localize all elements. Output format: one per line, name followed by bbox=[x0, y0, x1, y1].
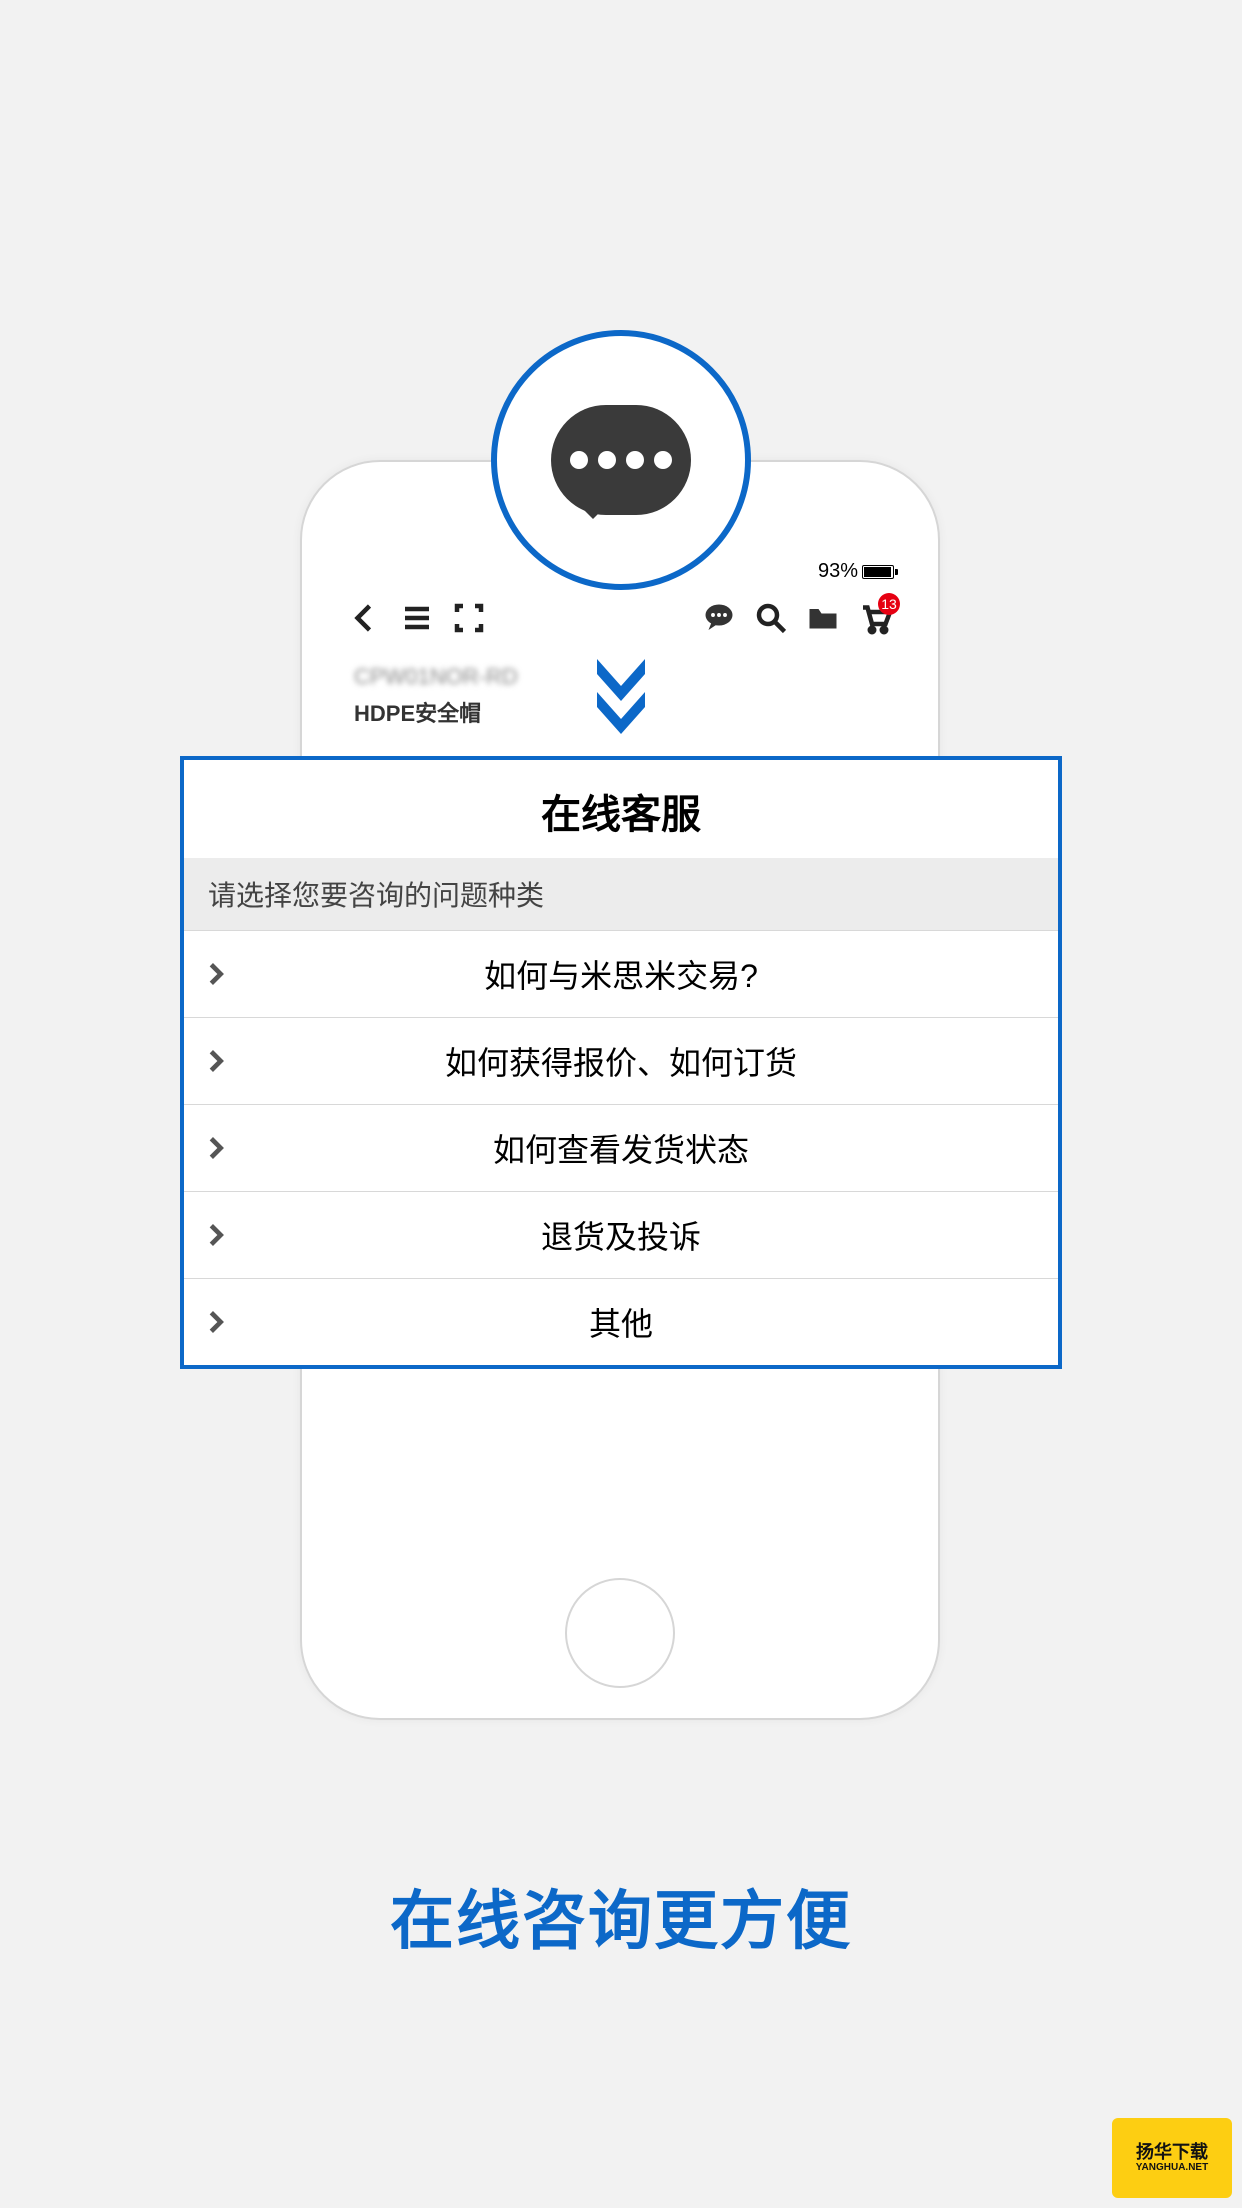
scan-button[interactable] bbox=[446, 595, 492, 641]
folder-icon bbox=[805, 600, 841, 636]
watermark-line1: 扬华下载 bbox=[1136, 2143, 1208, 2163]
chevron-right-icon bbox=[202, 1047, 230, 1075]
menu-item-transaction[interactable]: 如何与米思米交易? bbox=[184, 930, 1058, 1017]
chevron-right-icon bbox=[202, 1308, 230, 1336]
chat-callout bbox=[491, 330, 751, 590]
status-battery: 93% bbox=[818, 560, 894, 583]
battery-icon bbox=[862, 565, 894, 579]
watermark: 扬华下载 YANGHUA.NET bbox=[1112, 2118, 1232, 2198]
chevron-right-icon bbox=[202, 1134, 230, 1162]
chevron-right-icon bbox=[202, 960, 230, 988]
menu-item-label: 如何查看发货状态 bbox=[230, 1125, 1040, 1171]
menu-item-label: 其他 bbox=[230, 1299, 1040, 1345]
panel-hint: 请选择您要咨询的问题种类 bbox=[184, 858, 1058, 930]
battery-percent: 93% bbox=[818, 560, 858, 583]
cart-badge: 13 bbox=[878, 593, 900, 615]
scan-icon bbox=[451, 600, 487, 636]
menu-item-label: 如何与米思米交易? bbox=[230, 951, 1040, 997]
toolbar: 13 bbox=[334, 588, 906, 648]
menu-item-other[interactable]: 其他 bbox=[184, 1278, 1058, 1365]
callout-arrow bbox=[591, 650, 651, 745]
panel-title: 在线客服 bbox=[184, 760, 1058, 858]
menu-button[interactable] bbox=[394, 595, 440, 641]
chat-bubble-icon bbox=[551, 405, 691, 515]
menu-item-quote-order[interactable]: 如何获得报价、如何订货 bbox=[184, 1017, 1058, 1104]
menu-item-label: 如何获得报价、如何订货 bbox=[230, 1038, 1040, 1084]
product-sku: CPW01NOR-RD bbox=[354, 664, 518, 690]
phone-home-button bbox=[565, 1578, 675, 1688]
watermark-line2: YANGHUA.NET bbox=[1136, 2162, 1208, 2173]
cart-button[interactable]: 13 bbox=[852, 595, 898, 641]
menu-item-shipping-status[interactable]: 如何查看发货状态 bbox=[184, 1104, 1058, 1191]
search-icon bbox=[753, 600, 789, 636]
hamburger-icon bbox=[399, 600, 435, 636]
customer-service-panel: 在线客服 请选择您要咨询的问题种类 如何与米思米交易? 如何获得报价、如何订货 … bbox=[180, 756, 1062, 1369]
menu-item-label: 退货及投诉 bbox=[230, 1212, 1040, 1258]
chevron-right-icon bbox=[202, 1221, 230, 1249]
folder-button[interactable] bbox=[800, 595, 846, 641]
search-button[interactable] bbox=[748, 595, 794, 641]
chevron-left-icon bbox=[347, 600, 383, 636]
chat-button[interactable] bbox=[696, 595, 742, 641]
double-chevron-down-icon bbox=[591, 650, 651, 740]
chat-icon bbox=[701, 600, 737, 636]
tagline: 在线咨询更方便 bbox=[0, 1870, 1242, 1962]
back-button[interactable] bbox=[342, 595, 388, 641]
menu-item-return-complaint[interactable]: 退货及投诉 bbox=[184, 1191, 1058, 1278]
